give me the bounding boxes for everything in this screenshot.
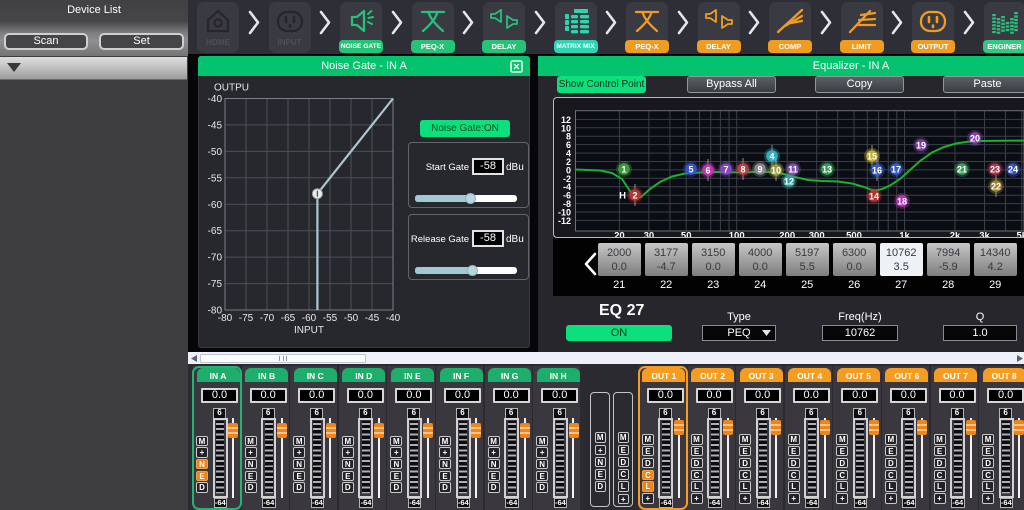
svg-text:11: 11 (788, 165, 798, 175)
svg-text:-60: -60 (208, 200, 223, 211)
svg-text:22: 22 (991, 182, 1001, 192)
svg-text:-40: -40 (386, 313, 401, 324)
svg-text:2k: 2k (950, 231, 961, 238)
svg-text:20: 20 (614, 231, 625, 238)
svg-text:200: 200 (779, 231, 795, 238)
svg-text:1k: 1k (899, 231, 910, 238)
svg-text:20: 20 (970, 134, 980, 144)
svg-text:30: 30 (644, 231, 655, 238)
svg-text:7: 7 (723, 165, 728, 175)
svg-text:H: H (619, 191, 626, 202)
svg-text:1: 1 (621, 165, 626, 175)
svg-text:-40: -40 (208, 94, 223, 105)
svg-text:19: 19 (916, 141, 926, 151)
svg-text:-75: -75 (239, 313, 254, 324)
svg-text:5: 5 (688, 165, 693, 175)
svg-text:3k: 3k (979, 231, 990, 238)
svg-text:-60: -60 (302, 313, 317, 324)
svg-text:5k: 5k (1017, 231, 1024, 238)
svg-text:-80: -80 (218, 313, 233, 324)
svg-text:18: 18 (897, 197, 907, 207)
svg-text:-45: -45 (208, 120, 223, 131)
svg-text:-75: -75 (208, 279, 223, 290)
svg-text:-50: -50 (344, 313, 359, 324)
svg-text:OUTPU: OUTPU (214, 83, 249, 94)
svg-text:16: 16 (872, 166, 882, 176)
svg-text:6: 6 (705, 166, 710, 176)
svg-text:500: 500 (846, 231, 862, 238)
svg-text:4: 4 (769, 152, 774, 162)
svg-text:-45: -45 (365, 313, 380, 324)
svg-text:-50: -50 (208, 147, 223, 158)
svg-text:-55: -55 (208, 173, 223, 184)
svg-text:12: 12 (784, 177, 794, 187)
svg-text:-70: -70 (208, 253, 223, 264)
svg-text:21: 21 (957, 165, 967, 175)
svg-text:15: 15 (867, 152, 877, 162)
svg-text:17: 17 (891, 165, 901, 175)
svg-text:2: 2 (632, 191, 637, 201)
svg-text:13: 13 (822, 165, 832, 175)
svg-text:100: 100 (729, 231, 745, 238)
svg-text:-65: -65 (208, 226, 223, 237)
svg-text:-70: -70 (260, 313, 275, 324)
svg-text:50: 50 (681, 231, 692, 238)
svg-text:-12: -12 (558, 216, 571, 226)
svg-text:-65: -65 (281, 313, 296, 324)
svg-text:23: 23 (990, 165, 1000, 175)
svg-text:10: 10 (771, 166, 781, 176)
svg-text:24: 24 (1008, 165, 1018, 175)
svg-text:14: 14 (869, 192, 879, 202)
svg-text:-55: -55 (323, 313, 338, 324)
svg-text:8: 8 (740, 165, 745, 175)
svg-text:INPUT: INPUT (294, 325, 324, 336)
svg-text:9: 9 (757, 165, 762, 175)
svg-text:300: 300 (809, 231, 825, 238)
